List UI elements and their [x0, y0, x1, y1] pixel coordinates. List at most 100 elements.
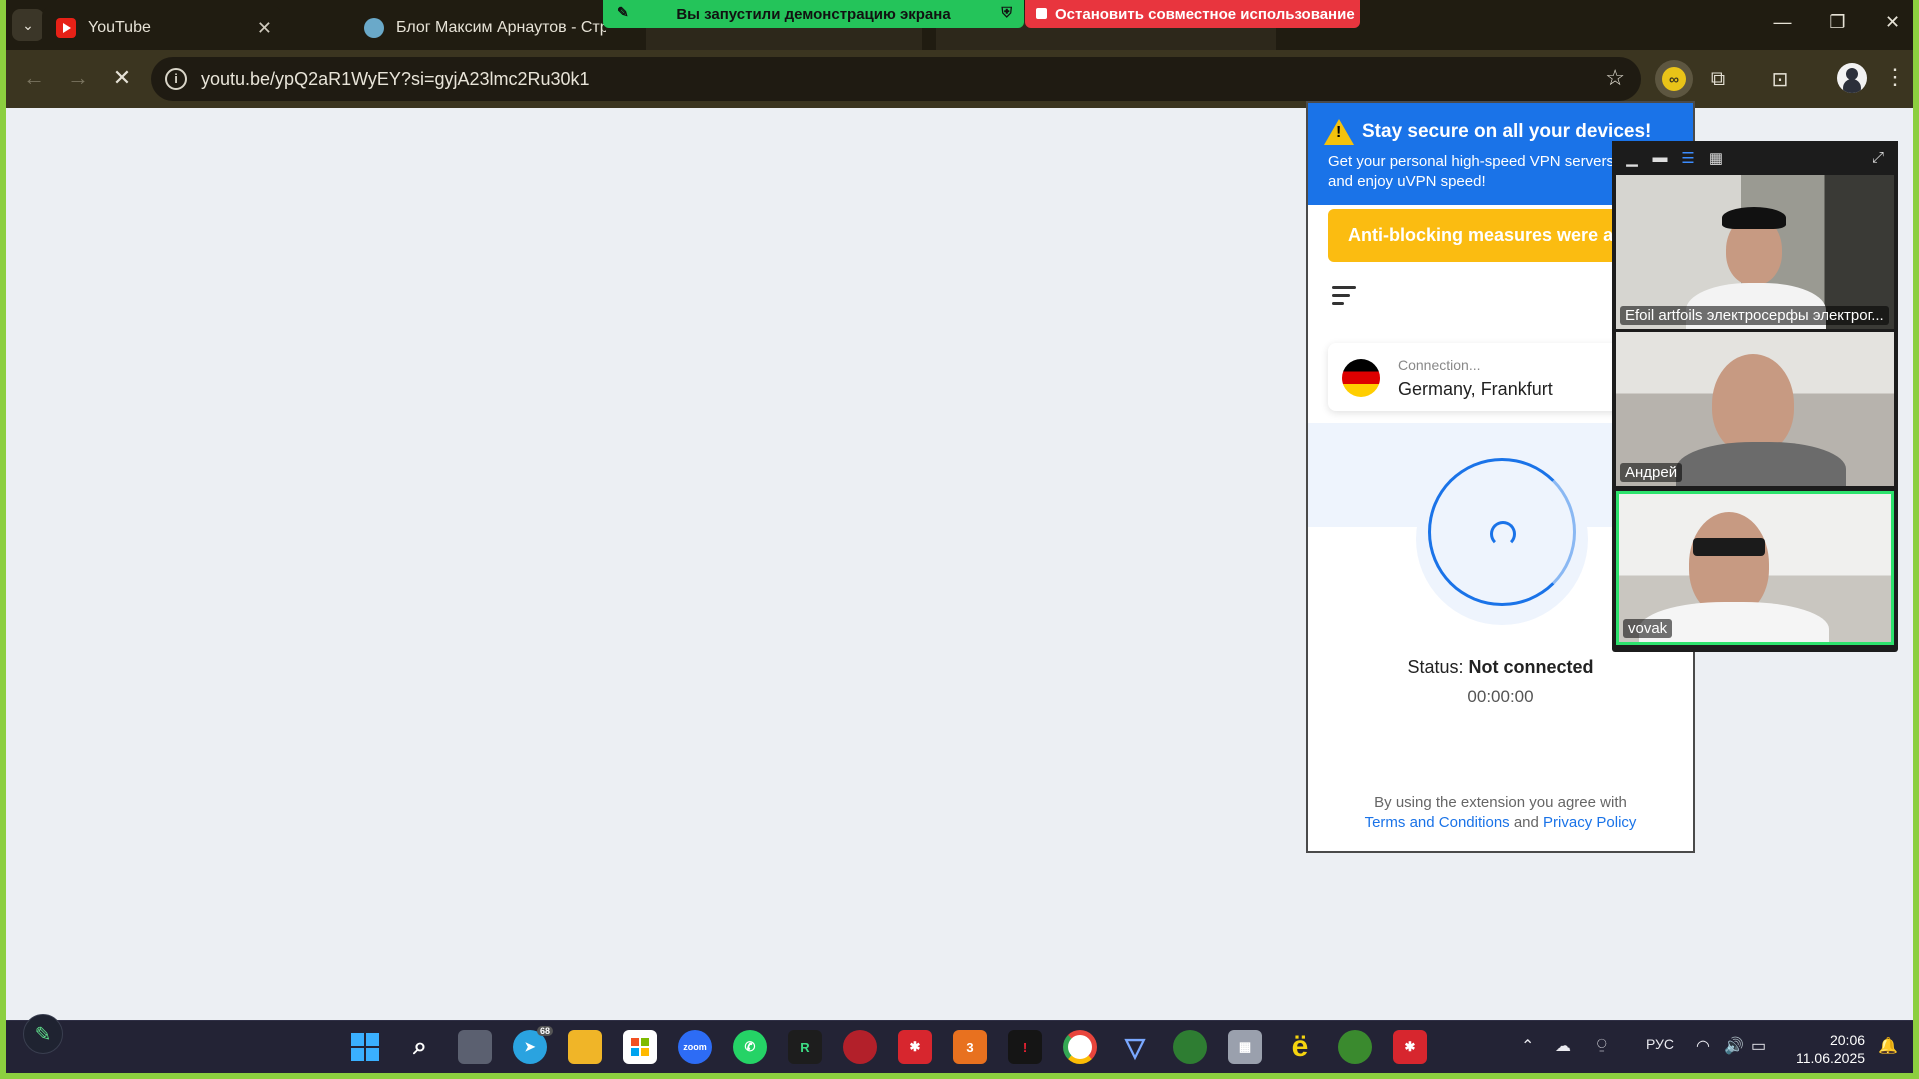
status-value: Not connected [1468, 657, 1594, 677]
strip-view-icon[interactable]: ☰ [1678, 149, 1698, 167]
stop-sharing-button[interactable]: Остановить совместное использование [1025, 0, 1360, 28]
browser-toolbar: ← → ✕ i youtu.be/ypQ2aR1WyEY?si=gyjA23lm… [6, 50, 1913, 108]
participant-name: Efoil artfoils электросерфы электрог... [1620, 306, 1889, 325]
calculator-icon[interactable]: ▦ [1228, 1030, 1262, 1064]
footer-and: and [1513, 814, 1539, 831]
app-icon-red-3[interactable]: ✱ [1393, 1030, 1427, 1064]
vpn-extension-button[interactable]: ∞ [1655, 60, 1693, 98]
back-button[interactable]: ← [18, 62, 50, 94]
site-info-icon[interactable]: i [165, 68, 187, 90]
app-icon-orange[interactable]: 3 [953, 1030, 987, 1064]
chevron-down-icon: ⌄ [22, 16, 34, 33]
telegram-icon[interactable]: ➤ 68 [513, 1026, 553, 1064]
promo-text: Get your personal high-speed VPN servers… [1328, 153, 1614, 190]
app-icon-green-2[interactable] [1338, 1030, 1372, 1064]
clock[interactable]: 20:06 11.06.2025 [1796, 1031, 1865, 1067]
taskbar: ⌕ ➤ 68 zoom ✆ R ✱ 3 ! ▽ ▦ ё ✱ ⌃ ☁ ⍜ РУС ◠… [6, 1020, 1913, 1073]
grid-view-icon[interactable]: ▦ [1706, 149, 1726, 167]
proton-vpn-icon[interactable]: ▽ [1118, 1030, 1152, 1064]
restore-button[interactable]: ❐ [1810, 0, 1865, 44]
minimize-icon[interactable]: ▁ [1622, 149, 1642, 167]
single-view-icon[interactable]: ▬ [1650, 149, 1670, 167]
task-view-icon[interactable] [458, 1030, 492, 1064]
status-label: Status: [1407, 657, 1469, 677]
screen: ⌄ YouTube ✕ Блог Максим Арнаутов - Стра … [0, 0, 1919, 1079]
participant-video-2[interactable]: Андрей [1616, 332, 1894, 486]
stop-icon [1036, 8, 1047, 19]
menu-icon[interactable] [1332, 286, 1356, 310]
video-panel: ▁ ▬ ☰ ▦ ⤢ Efoil artfoils электросерфы эл… [1612, 141, 1898, 652]
address-bar[interactable]: i youtu.be/ypQ2aR1WyEY?si=gyjA23lmc2Ru30… [151, 57, 1641, 101]
globe-icon [364, 18, 384, 38]
windows-icon [351, 1033, 379, 1061]
whatsapp-icon[interactable]: ✆ [733, 1030, 767, 1064]
tab-youtube[interactable]: YouTube ✕ [42, 6, 282, 50]
warning-icon [1324, 119, 1354, 145]
search-icon[interactable]: ⌕ [403, 1030, 437, 1064]
url-text[interactable]: youtu.be/ypQ2aR1WyEY?si=gyjA23lmc2Ru30k1 [201, 69, 590, 90]
video-panel-toolbar: ▁ ▬ ☰ ▦ ⤢ [1612, 141, 1898, 175]
youtube-icon [56, 18, 76, 38]
participant-name: vovak [1623, 619, 1673, 638]
telegram-badge: 68 [536, 1026, 553, 1036]
chrome-icon[interactable] [1063, 1030, 1097, 1064]
tab-title: YouTube [88, 19, 151, 36]
participant-video-3[interactable]: vovak [1616, 491, 1894, 645]
minimize-button[interactable]: — [1755, 0, 1810, 44]
privacy-link[interactable]: Privacy Policy [1543, 814, 1636, 831]
share-status-text: Вы запустили демонстрацию экрана [676, 5, 951, 23]
tab-search-button[interactable]: ⌄ [12, 9, 44, 41]
stop-loading-button[interactable]: ✕ [106, 62, 138, 94]
participant-name: Андрей [1620, 463, 1683, 482]
germany-flag-icon [1342, 359, 1380, 397]
tab-title: Блог Максим Арнаутов - Стра [396, 19, 606, 36]
clock-date: 11.06.2025 [1796, 1050, 1866, 1066]
vpn-footer: By using the extension you agree with Te… [1308, 793, 1693, 833]
yandex-icon[interactable]: ё [1283, 1030, 1317, 1064]
close-icon[interactable]: ✕ [257, 18, 272, 39]
wifi-icon[interactable]: ◠ [1696, 1036, 1710, 1056]
location-name: Germany, Frankfurt [1398, 379, 1553, 399]
language-indicator[interactable]: РУС [1646, 1036, 1674, 1052]
pencil-icon: ✎ [34, 1023, 52, 1046]
connection-label: Connection... [1398, 357, 1481, 373]
clock-time: 20:06 [1829, 1032, 1866, 1048]
draw-button[interactable]: ✎ [23, 1014, 63, 1054]
profile-avatar[interactable] [1837, 63, 1867, 93]
shield-icon: ⛨ [1001, 4, 1013, 20]
spinner-icon [1490, 521, 1516, 547]
vpn-extension-icon: ∞ [1662, 67, 1686, 91]
tab-blog[interactable]: Блог Максим Арнаутов - Стра [350, 6, 610, 50]
footer-text: By using the extension you agree with [1374, 794, 1627, 811]
file-explorer-icon[interactable] [568, 1030, 602, 1064]
app-icon-dark[interactable]: ! [1008, 1030, 1042, 1064]
tray-chevron-icon[interactable]: ⌃ [1521, 1036, 1534, 1056]
mic-icon[interactable]: ⍜ [1597, 1036, 1607, 1054]
browser-menu-icon[interactable]: ⋮ [1884, 64, 1906, 90]
status-line: Status: Not connected [1308, 657, 1693, 678]
volume-icon[interactable]: 🔊 [1724, 1036, 1744, 1056]
connection-timer: 00:00:00 [1467, 687, 1534, 706]
app-icon-green-1[interactable] [1173, 1030, 1207, 1064]
microsoft-store-icon[interactable] [623, 1030, 657, 1064]
forward-button[interactable]: → [62, 62, 94, 94]
app-icon-red-1[interactable] [843, 1030, 877, 1064]
start-button[interactable] [348, 1030, 382, 1064]
screenshot-icon[interactable]: ⊡ [1765, 64, 1795, 94]
app-icon-red-2[interactable]: ✱ [898, 1030, 932, 1064]
battery-icon[interactable]: ▭ [1751, 1036, 1766, 1056]
zoom-icon[interactable]: zoom [678, 1030, 712, 1064]
stop-sharing-label: Остановить совместное использование [1055, 5, 1355, 23]
promo-title: Stay secure on all your devices! [1362, 121, 1652, 142]
close-window-button[interactable]: ✕ [1865, 0, 1913, 44]
onedrive-icon[interactable]: ☁ [1555, 1036, 1571, 1056]
notifications-icon[interactable]: 🔔 [1878, 1036, 1898, 1056]
expand-icon[interactable]: ⤢ [1868, 149, 1888, 167]
extensions-puzzle-icon[interactable]: ⧉ [1703, 64, 1733, 94]
participant-video-1[interactable]: Efoil artfoils электросерфы электрог... [1616, 175, 1894, 329]
terms-link[interactable]: Terms and Conditions [1365, 814, 1510, 831]
bookmark-star-icon[interactable]: ☆ [1605, 65, 1625, 91]
pycharm-icon[interactable]: R [788, 1030, 822, 1064]
annotate-icon[interactable]: ✎ [617, 4, 629, 21]
zoom-label: zoom [683, 1042, 707, 1052]
